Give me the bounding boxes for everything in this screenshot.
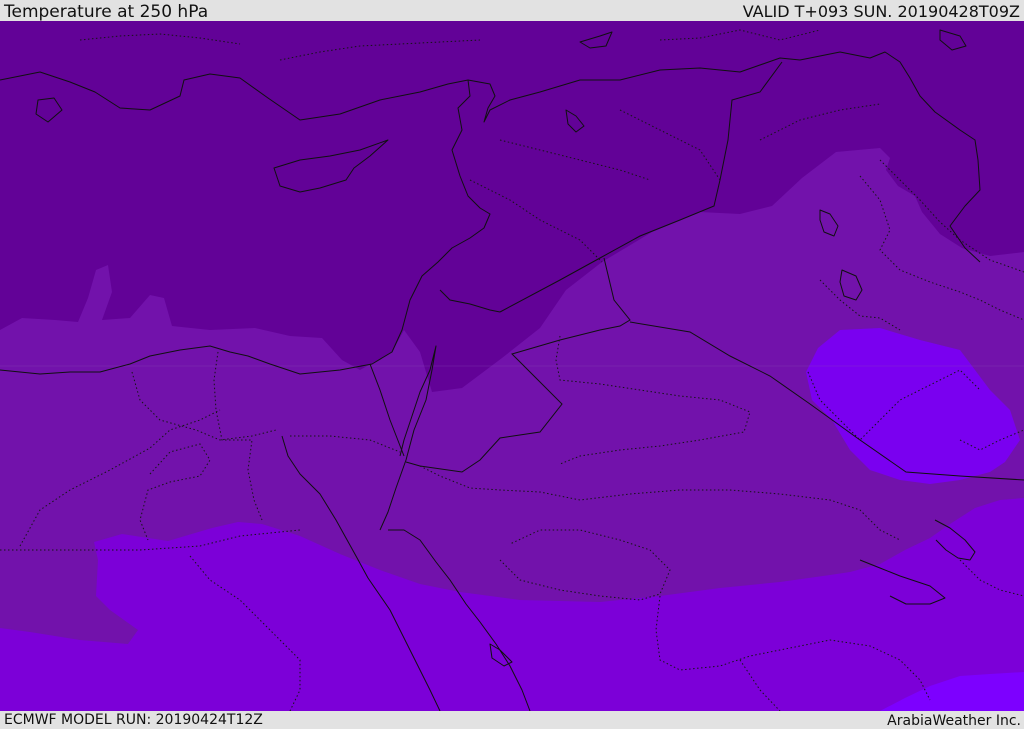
footer-bar: ECMWF MODEL RUN: 20190424T12Z ArabiaWeat… xyxy=(0,711,1024,729)
credit-label: ArabiaWeather Inc. xyxy=(887,713,1021,729)
map-title: Temperature at 250 hPa xyxy=(4,2,209,22)
valid-time: VALID T+093 SUN. 20190428T09Z xyxy=(742,2,1020,21)
temperature-map[interactable] xyxy=(0,21,1024,711)
model-run-label: ECMWF MODEL RUN: 20190424T12Z xyxy=(4,712,263,728)
map-canvas xyxy=(0,21,1024,711)
header-bar: Temperature at 250 hPa VALID T+093 SUN. … xyxy=(0,0,1024,21)
